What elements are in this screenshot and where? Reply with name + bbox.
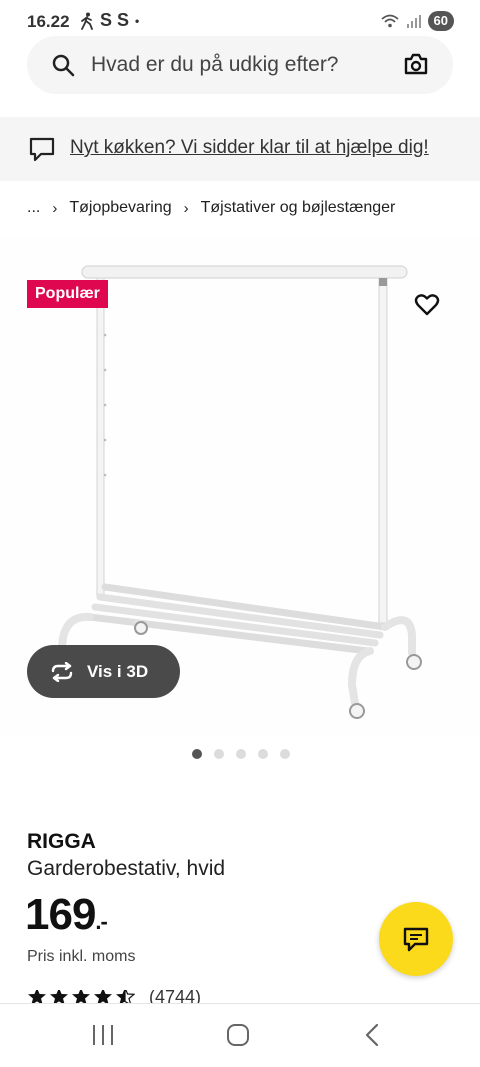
breadcrumb: ... › Tøjopbevaring › Tøjstativer og bøj… bbox=[27, 199, 395, 217]
product-name: RIGGA bbox=[27, 830, 96, 853]
rotate-3d-icon bbox=[51, 661, 73, 682]
carousel-dot[interactable] bbox=[236, 749, 246, 759]
promo-link[interactable]: Nyt køkken? Vi sidder klar til at hjælpe… bbox=[70, 137, 429, 159]
search-input[interactable]: Hvad er du på udkig efter? bbox=[91, 53, 339, 77]
chat-bubble-icon bbox=[29, 137, 55, 162]
back-icon[interactable] bbox=[362, 1023, 382, 1047]
camera-icon[interactable] bbox=[403, 52, 429, 76]
rating-count: (4744) bbox=[149, 990, 202, 1004]
search-bar[interactable]: Hvad er du på udkig efter? bbox=[27, 36, 453, 94]
wifi-icon bbox=[380, 14, 399, 28]
home-icon[interactable] bbox=[226, 1023, 250, 1047]
recent-apps-icon[interactable] bbox=[91, 1024, 115, 1046]
star-half-icon bbox=[116, 990, 135, 1004]
star-icon bbox=[28, 990, 46, 1004]
status-dot: • bbox=[135, 13, 140, 28]
chat-icon bbox=[403, 927, 429, 952]
breadcrumb-item-clothes-storage[interactable]: Tøjopbevaring bbox=[69, 199, 171, 217]
system-nav-bar bbox=[0, 1003, 480, 1067]
price-suffix: .- bbox=[95, 909, 107, 934]
search-icon[interactable] bbox=[51, 53, 75, 77]
heart-icon[interactable] bbox=[414, 293, 440, 317]
signal-icon bbox=[406, 15, 421, 28]
chat-button[interactable] bbox=[379, 902, 453, 976]
price-main: 169 bbox=[25, 890, 96, 939]
status-notification-icons: S S • bbox=[80, 10, 139, 31]
product-rating[interactable]: (4744) bbox=[27, 990, 201, 1004]
walking-person-icon bbox=[81, 12, 93, 30]
promo-banner[interactable]: Nyt køkken? Vi sidder klar til at hjælpe… bbox=[0, 117, 480, 181]
status-right-icons: 60 bbox=[380, 11, 454, 31]
breadcrumb-item-clothes-racks[interactable]: Tøjstativer og bøjlestænger bbox=[201, 199, 396, 217]
carousel-dot[interactable] bbox=[214, 749, 224, 759]
status-bar: 16.22 S S • 60 bbox=[0, 0, 480, 40]
star-icon bbox=[94, 990, 112, 1004]
carousel-dots bbox=[192, 749, 290, 759]
status-time: 16.22 bbox=[27, 12, 70, 31]
status-letters: S S bbox=[100, 10, 130, 30]
product-description: Garderobestativ, hvid bbox=[27, 857, 226, 880]
carousel-dot-active[interactable] bbox=[192, 749, 202, 759]
price-note: Pris inkl. moms bbox=[27, 948, 136, 965]
view-3d-button[interactable]: Vis i 3D bbox=[27, 645, 180, 698]
product-price: 169.- bbox=[25, 890, 108, 940]
star-icon bbox=[50, 990, 68, 1004]
breadcrumb-separator: › bbox=[52, 199, 58, 217]
carousel-dot[interactable] bbox=[258, 749, 268, 759]
star-icon bbox=[72, 990, 90, 1004]
carousel-dot[interactable] bbox=[280, 749, 290, 759]
battery-indicator: 60 bbox=[427, 11, 454, 31]
breadcrumb-ellipsis[interactable]: ... bbox=[27, 199, 40, 217]
view-3d-label: Vis i 3D bbox=[87, 661, 149, 681]
popular-badge: Populær bbox=[27, 280, 108, 308]
breadcrumb-separator: › bbox=[183, 199, 189, 217]
